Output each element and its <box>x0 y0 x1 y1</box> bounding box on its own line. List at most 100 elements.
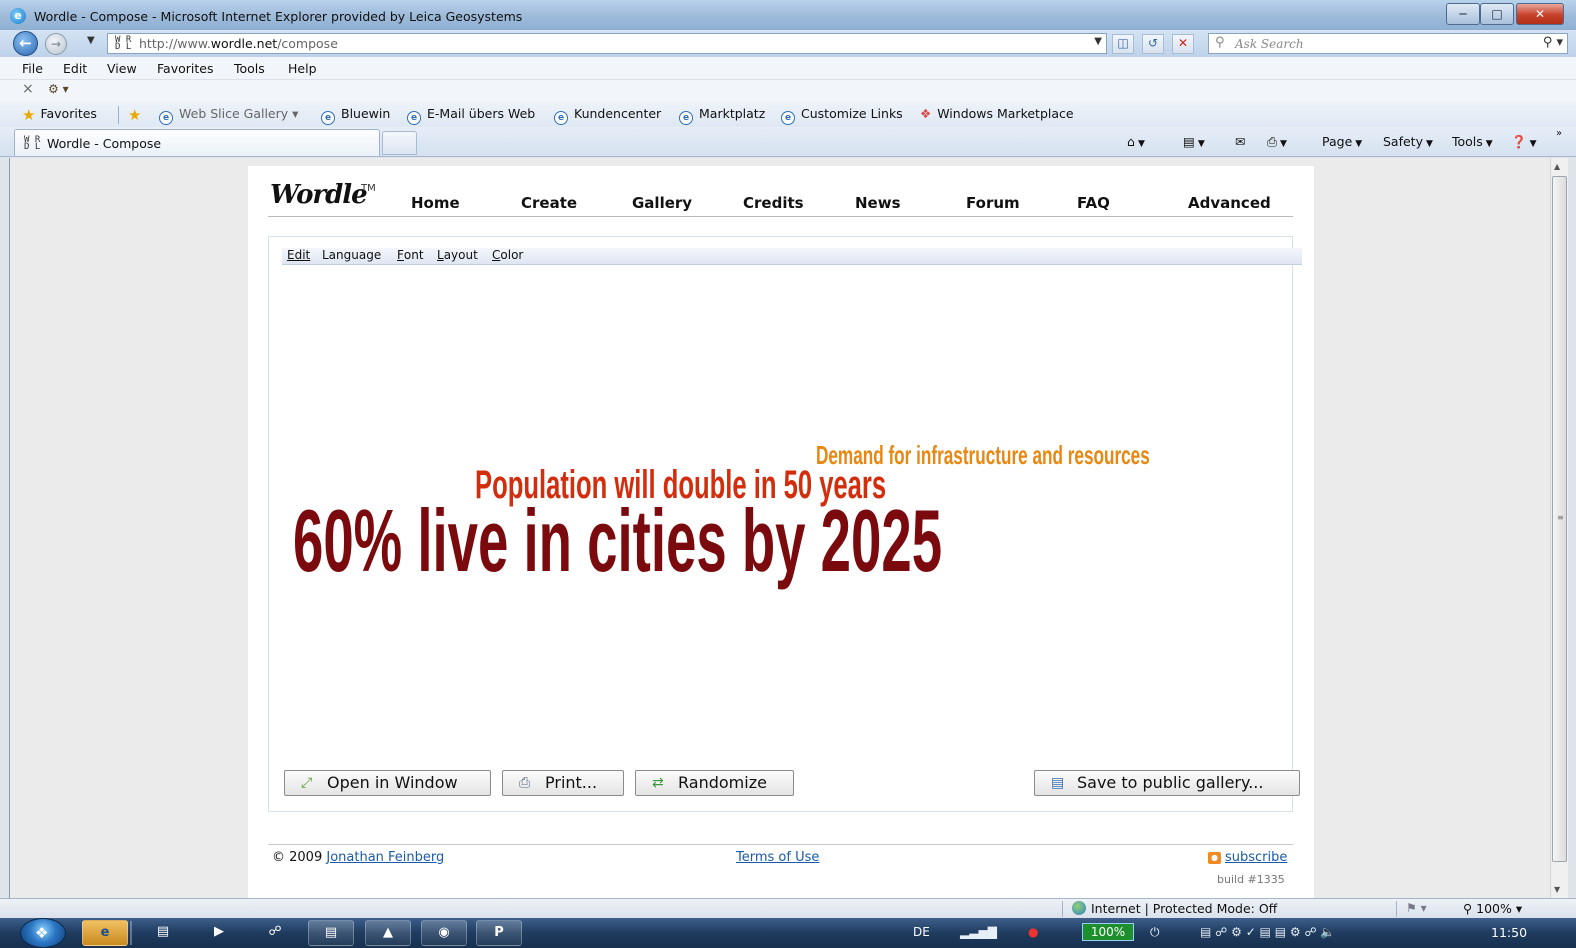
applet-menu-edit[interactable]: Edit <box>287 248 310 262</box>
battery-indicator[interactable]: 100% <box>1082 923 1134 941</box>
randomize-button[interactable]: ⇄ Randomize <box>635 770 794 796</box>
applet-menu-color[interactable]: Color <box>492 248 523 262</box>
favorites-bar: ★ Favorites ★ e Web Slice Gallery ▾ e Bluew… <box>0 101 1576 127</box>
close-button[interactable]: ✕ <box>1516 3 1564 25</box>
fav-kundencenter[interactable]: e Kundencenter <box>554 106 661 125</box>
forward-button[interactable]: → <box>45 33 67 55</box>
tray-alert-icon[interactable]: ● <box>1028 925 1038 939</box>
search-box[interactable]: ⚲ Ask Search ⚲ ▾ <box>1208 33 1568 54</box>
toolbar-options-icon[interactable]: ⚙ ▾ <box>48 82 69 96</box>
globe-icon <box>1072 901 1086 915</box>
title-bar: e Wordle - Compose - Microsoft Internet … <box>0 0 1576 30</box>
back-button[interactable]: ← <box>13 31 38 56</box>
home-icon[interactable]: ⌂ ▼ <box>1127 134 1145 149</box>
help-icon[interactable]: ❓ ▼ <box>1511 134 1537 150</box>
divider <box>1062 901 1063 917</box>
scroll-grip-icon: ≡ <box>1557 513 1564 522</box>
tools-menu[interactable]: Tools ▼ <box>1452 134 1493 149</box>
nav-credits[interactable]: Credits <box>743 194 804 212</box>
ie-page-icon: e <box>321 111 335 125</box>
menu-favorites[interactable]: Favorites <box>157 61 213 76</box>
add-to-favorites-icon[interactable]: ★ <box>128 106 146 124</box>
fav-marktplatz[interactable]: e Marktplatz <box>679 106 765 125</box>
print-button[interactable]: ⎙ Print... <box>502 770 624 796</box>
nav-forum[interactable]: Forum <box>966 194 1020 212</box>
compatibility-view-icon[interactable]: ◫ <box>1112 34 1134 54</box>
menu-help[interactable]: Help <box>288 61 317 76</box>
applet-menu-font[interactable]: Font <box>397 248 424 262</box>
maximize-button[interactable]: □ <box>1480 3 1514 25</box>
safety-menu[interactable]: Safety ▼ <box>1383 134 1433 149</box>
fav-customize-links[interactable]: e Customize Links <box>781 106 903 125</box>
refresh-icon[interactable]: ↺ <box>1142 34 1164 54</box>
taskbar-explorer-icon[interactable]: ▤ <box>308 920 354 946</box>
search-icon[interactable]: ⚲ ▾ <box>1543 35 1563 50</box>
nav-create[interactable]: Create <box>521 194 577 212</box>
taskbar-ie-icon[interactable]: e <box>82 920 128 946</box>
taskbar-app-icon[interactable]: ▤ <box>141 920 185 946</box>
address-field[interactable]: W RD L http://www.wordle.net/compose ▼ <box>107 33 1107 54</box>
menu-file[interactable]: File <box>22 61 43 76</box>
taskbar-firefox-icon[interactable]: ◉ <box>421 920 467 946</box>
window-title: Wordle - Compose - Microsoft Internet Ex… <box>34 9 523 24</box>
copyright: © 2009 Jonathan Feinberg <box>272 850 445 865</box>
stop-icon[interactable]: ✕ <box>1172 34 1194 54</box>
nav-gallery[interactable]: Gallery <box>632 194 692 212</box>
protected-mode-icon[interactable]: ⚑ ▾ <box>1406 901 1427 915</box>
fav-bluewin[interactable]: e Bluewin <box>321 106 390 125</box>
zoom-level[interactable]: ⚲ 100% ▾ <box>1463 901 1522 916</box>
menu-tools[interactable]: Tools <box>234 61 265 76</box>
applet-menu-layout[interactable]: Layout <box>437 248 478 262</box>
start-button[interactable]: ❖ <box>20 918 66 948</box>
mail-icon[interactable]: ✉ <box>1235 134 1245 149</box>
nav-advanced[interactable]: Advanced <box>1188 194 1271 212</box>
applet-menu-language[interactable]: Language <box>322 248 381 262</box>
scroll-up-arrow[interactable]: ▲ <box>1554 162 1560 171</box>
url-text[interactable]: http://www.wordle.net/compose <box>139 36 338 51</box>
menu-view[interactable]: View <box>107 61 137 76</box>
applet-menu-bar: Edit Language Font Layout Color <box>282 248 1302 265</box>
cloud-phrase-cities[interactable]: 60% live in cities by 2025 <box>293 490 942 592</box>
open-in-window-button[interactable]: ⤢ Open in Window <box>284 770 491 796</box>
nav-news[interactable]: News <box>855 194 901 212</box>
close-toolbar-icon[interactable]: × <box>22 81 34 97</box>
tab-wordle-compose[interactable]: W RD L Wordle - Compose <box>14 129 380 156</box>
page-menu[interactable]: Page ▼ <box>1322 134 1362 149</box>
ie-page-icon: e <box>159 111 173 125</box>
taskbar-network-icon[interactable]: ☍ <box>253 920 297 946</box>
signal-strength-icon[interactable]: ▂▃▅▇ <box>960 925 997 939</box>
scroll-down-arrow[interactable]: ▼ <box>1554 885 1560 894</box>
wordle-logo[interactable]: Wordle <box>270 180 368 210</box>
taskbar-acrobat-icon[interactable]: ▲ <box>365 920 411 946</box>
menu-edit[interactable]: Edit <box>63 61 87 76</box>
feeds-icon[interactable]: ▤ ▼ <box>1183 134 1205 149</box>
status-bar: Internet | Protected Mode: Off ⚑ ▾ ⚲ 100… <box>0 898 1576 918</box>
divider <box>1396 901 1397 917</box>
fav-web-slice-gallery[interactable]: e Web Slice Gallery ▾ <box>159 106 298 125</box>
minimize-button[interactable]: ─ <box>1446 3 1480 25</box>
author-link[interactable]: Jonathan Feinberg <box>326 850 444 865</box>
tray-icons[interactable]: ▤ ☍ ⚙ ✓ ▤ ▤ ⚙ ☍ 🔈 <box>1200 925 1335 939</box>
fav-email[interactable]: e E-Mail übers Web <box>407 106 535 125</box>
rss-icon[interactable]: ● <box>1208 852 1221 864</box>
chevron-more-icon[interactable]: » <box>1556 128 1562 139</box>
vertical-scrollbar[interactable]: ▲ ≡ ▼ <box>1550 158 1568 898</box>
terms-of-use-link[interactable]: Terms of Use <box>736 850 819 865</box>
nav-home[interactable]: Home <box>411 194 460 212</box>
clock[interactable]: 11:50 <box>1491 925 1527 940</box>
language-indicator[interactable]: DE <box>913 925 930 939</box>
recent-pages-dropdown[interactable]: ▼ <box>87 35 95 46</box>
taskbar-powerpoint-icon[interactable]: P <box>476 920 522 946</box>
fav-windows-marketplace[interactable]: ❖ Windows Marketplace <box>920 106 1074 121</box>
power-plug-icon[interactable]: ⏻ <box>1150 925 1160 940</box>
nav-faq[interactable]: FAQ <box>1077 194 1110 212</box>
ie-page-icon: e <box>781 111 795 125</box>
address-dropdown-arrow[interactable]: ▼ <box>1094 36 1102 47</box>
subscribe-link[interactable]: subscribe <box>1225 850 1287 865</box>
favorites-button[interactable]: ★ Favorites <box>22 106 97 124</box>
new-tab-button[interactable] <box>382 131 417 155</box>
security-zone[interactable]: Internet | Protected Mode: Off <box>1072 901 1277 916</box>
taskbar-media-icon[interactable]: ▶ <box>197 920 241 946</box>
print-icon[interactable]: ⎙ ▼ <box>1267 134 1287 150</box>
save-to-gallery-button[interactable]: ▤ Save to public gallery... <box>1034 770 1300 796</box>
